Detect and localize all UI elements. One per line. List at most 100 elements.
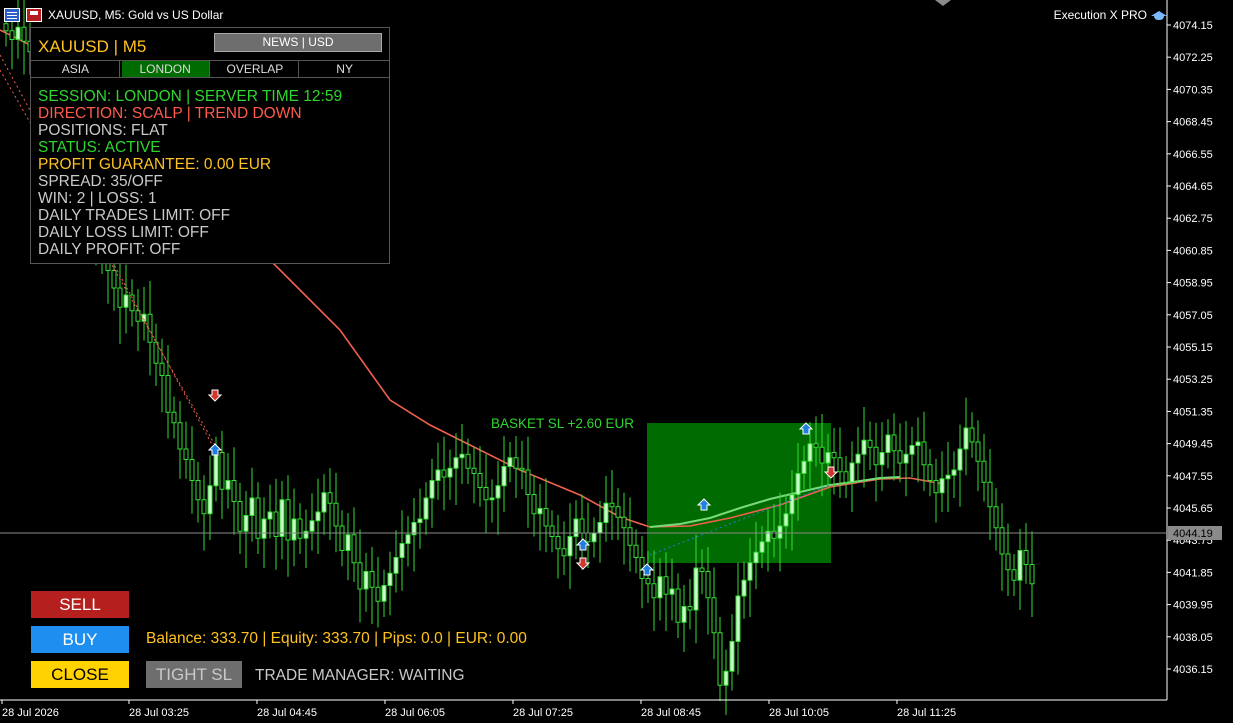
candle-body	[417, 518, 423, 523]
candle-body	[21, 26, 27, 42]
candle-body	[831, 452, 837, 459]
candle-body	[285, 499, 291, 541]
sell-button[interactable]: SELL	[31, 591, 129, 618]
candle-body	[675, 588, 681, 623]
graduation-cap-icon	[1151, 9, 1167, 21]
buy-button[interactable]: BUY	[31, 626, 129, 653]
buy-arrow-icon	[207, 443, 223, 456]
candle-body	[483, 487, 489, 501]
candle-body	[849, 462, 855, 483]
candle-body	[171, 411, 177, 424]
candle-body	[867, 439, 873, 448]
candle-body	[123, 294, 129, 308]
candle-body	[465, 453, 471, 469]
news-button[interactable]: NEWS | USD	[214, 33, 382, 52]
tab-london[interactable]: LONDON	[121, 61, 210, 77]
candle-body	[1029, 564, 1035, 585]
candle-body	[627, 527, 633, 546]
tight-sl-button[interactable]: TIGHT SL	[146, 661, 242, 688]
candle-body	[801, 460, 807, 474]
price-tick-label: 4045.65	[1173, 503, 1213, 515]
expert-name: Execution X PRO	[1053, 8, 1147, 22]
candle-body	[459, 453, 465, 459]
candle-body	[927, 464, 933, 481]
candle-body	[573, 518, 579, 537]
tab-overlap[interactable]: OVERLAP	[212, 61, 300, 77]
candle-body	[825, 452, 831, 464]
candle-body	[939, 478, 945, 494]
candle-body	[495, 485, 501, 499]
current-price-label: 4044.19	[1173, 528, 1213, 540]
candle-body	[501, 466, 507, 487]
candle-body	[447, 467, 453, 478]
candle-body	[909, 445, 915, 455]
candle-body	[339, 525, 345, 551]
candle-body	[243, 515, 249, 532]
candle-body	[993, 506, 999, 529]
daily-trades-limit-line: DAILY TRADES LIMIT: OFF	[38, 207, 231, 224]
candle-body	[711, 597, 717, 634]
price-tick-label: 4058.95	[1173, 278, 1213, 290]
candle-body	[945, 474, 951, 480]
price-tick-label: 4060.85	[1173, 245, 1213, 257]
candle-body	[1005, 553, 1011, 571]
price-tick-label: 4057.05	[1173, 310, 1213, 322]
candle-body	[369, 571, 375, 588]
candle-body	[387, 572, 393, 586]
candle-body	[9, 30, 15, 40]
candle-body	[957, 448, 963, 471]
candle-body	[819, 446, 825, 464]
candle-body	[777, 525, 783, 539]
candle-body	[207, 485, 213, 515]
time-tick-label: 28 Jul 08:45	[641, 707, 701, 719]
chart-menu-icon[interactable]	[4, 8, 20, 22]
expert-label[interactable]: Execution X PRO	[1054, 8, 1167, 22]
candle-body	[903, 453, 909, 464]
candle-body	[879, 452, 885, 466]
candle-body	[921, 441, 927, 466]
candle-body	[279, 499, 285, 537]
candle-body	[651, 583, 657, 599]
price-tick-label: 4055.15	[1173, 342, 1213, 354]
candle-body	[645, 578, 651, 585]
candle-body	[489, 497, 495, 501]
candle-body	[897, 450, 903, 464]
session-tabs: ASIA LONDON OVERLAP NY	[31, 60, 389, 78]
spread-line: SPREAD: 35/OFF	[38, 173, 163, 190]
candle-body	[435, 469, 441, 481]
candle-body	[669, 588, 675, 595]
candle-body	[681, 606, 687, 623]
session-line: SESSION: LONDON | SERVER TIME 12:59	[38, 88, 343, 105]
candle-body	[537, 508, 543, 515]
candle-body	[753, 551, 759, 564]
candle-body	[987, 481, 993, 508]
scroll-marker-icon[interactable]	[935, 0, 951, 6]
daily-profit-line: DAILY PROFIT: OFF	[38, 241, 181, 258]
panel-title: XAUUSD | M5	[38, 37, 147, 56]
candle-body	[297, 518, 303, 539]
time-tick-label: 28 Jul 07:25	[513, 707, 573, 719]
candle-body	[543, 508, 549, 527]
candle-body	[345, 534, 351, 551]
candle-body	[255, 497, 261, 539]
candle-body	[15, 26, 21, 40]
candle-body	[117, 287, 123, 308]
candle-body	[201, 499, 207, 515]
candle-body	[423, 497, 429, 520]
price-tick-label: 4047.55	[1173, 471, 1213, 483]
price-tick-label: 4038.05	[1173, 632, 1213, 644]
candle-body	[357, 562, 363, 590]
tab-ny[interactable]: NY	[301, 61, 388, 77]
candle-body	[729, 641, 735, 672]
close-button[interactable]: CLOSE	[31, 661, 129, 688]
candle-body	[159, 362, 165, 376]
candle-body	[837, 457, 843, 473]
info-panel: XAUUSD | M5 NEWS | USD ASIA LONDON OVERL…	[30, 27, 390, 264]
candle-body	[183, 448, 189, 460]
tab-asia[interactable]: ASIA	[32, 61, 120, 77]
price-tick-label: 4068.45	[1173, 117, 1213, 129]
save-icon[interactable]	[26, 8, 42, 22]
candle-body	[975, 441, 981, 462]
candle-body	[663, 576, 669, 595]
win-loss-line: WIN: 2 | LOSS: 1	[38, 190, 157, 207]
